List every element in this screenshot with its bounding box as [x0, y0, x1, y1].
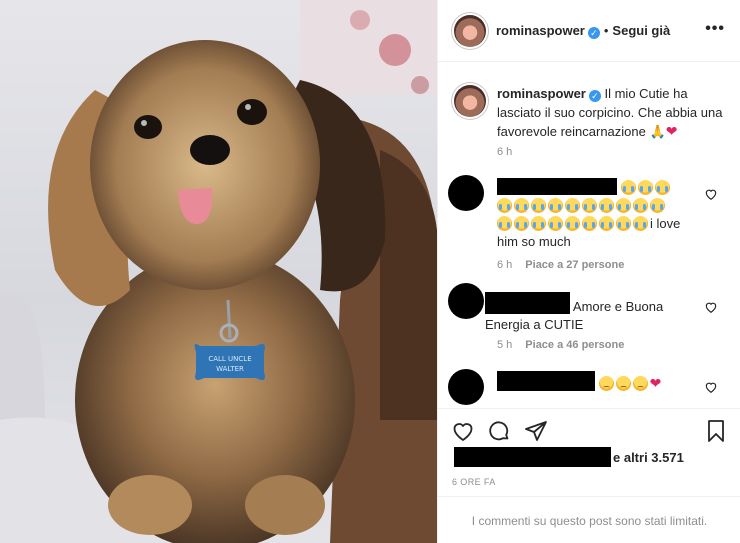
share-icon[interactable] — [524, 419, 548, 443]
comment-avatar[interactable] — [448, 283, 484, 319]
comment-icon[interactable] — [487, 419, 511, 443]
pray-emoji: 🙏 — [649, 124, 666, 139]
sad-emoji — [615, 376, 631, 391]
red-heart-emoji: ❤ — [649, 375, 662, 391]
crying-emoji — [531, 198, 546, 213]
crying-emoji — [514, 198, 529, 213]
crying-emoji — [616, 198, 631, 213]
post-side-panel: rominaspower ✓ • Segui già ••• rominaspower… — [437, 0, 740, 543]
crying-emoji — [599, 198, 614, 213]
crying-emoji — [599, 216, 614, 231]
crying-emoji — [548, 198, 563, 213]
bookmark-icon[interactable] — [704, 419, 728, 443]
follow-button[interactable]: Segui già — [612, 23, 670, 38]
comment-text: Amore e Buona Energia a CUTIE — [485, 292, 700, 334]
comment-meta: 6 h Piace a 27 persone — [497, 259, 624, 271]
caption-avatar[interactable] — [454, 85, 486, 117]
sad-emoji — [598, 376, 614, 391]
crying-emoji — [620, 180, 636, 195]
comment-time: 6 h — [497, 259, 513, 271]
caption-text: rominaspower ✓ Il mio Cutie ha lasciato i… — [497, 84, 725, 141]
post-header: rominaspower ✓ • Segui già ••• — [438, 0, 740, 62]
comment-like-heart-icon[interactable] — [704, 300, 718, 314]
verified-icon: ✓ — [588, 90, 601, 102]
likes-count-text: e altri 3.571 — [613, 450, 684, 465]
comment-like-heart-icon[interactable] — [704, 187, 718, 201]
svg-text:WALTER: WALTER — [216, 365, 244, 373]
comments-limited-notice: I commenti su questo post sono stati lim… — [438, 496, 740, 543]
author-username[interactable]: rominaspower — [496, 23, 585, 38]
redacted-username — [497, 371, 595, 391]
redacted-username — [497, 178, 617, 195]
header-line: rominaspower ✓ • Segui già — [496, 23, 670, 39]
redacted-liker — [454, 447, 611, 467]
crying-emoji — [633, 198, 648, 213]
crying-emoji — [582, 198, 597, 213]
crying-emoji — [548, 216, 563, 231]
svg-text:CALL UNCLE: CALL UNCLE — [208, 355, 251, 363]
crying-emoji — [654, 180, 670, 195]
redacted-username — [485, 292, 570, 314]
header-separator: • — [603, 23, 609, 38]
crying-emoji — [531, 216, 546, 231]
crying-emoji — [633, 216, 648, 231]
action-bar — [438, 408, 740, 452]
crying-emoji — [565, 216, 580, 231]
crying-emoji — [616, 216, 631, 231]
crying-emoji — [497, 216, 512, 231]
comment-meta: 5 h Piace a 46 persone — [497, 339, 624, 351]
comment-likes[interactable]: Piace a 46 persone — [525, 339, 624, 351]
dog-photo: CALL UNCLE WALTER — [0, 0, 437, 543]
red-heart-emoji: ❤ — [665, 123, 678, 139]
author-avatar[interactable] — [454, 15, 486, 47]
comment-text: ❤ — [497, 371, 702, 393]
comment-like-heart-icon[interactable] — [704, 380, 718, 394]
crying-emoji — [637, 180, 653, 195]
crying-emoji — [565, 198, 580, 213]
post-photo[interactable]: CALL UNCLE WALTER — [0, 0, 437, 543]
comment-time: 5 h — [497, 339, 513, 351]
likes-summary[interactable]: e altri 3.571 — [454, 447, 684, 467]
crying-emoji — [514, 216, 529, 231]
caption-username[interactable]: rominaspower — [497, 86, 586, 101]
comment-avatar[interactable] — [448, 175, 484, 211]
comment-avatar[interactable] — [448, 369, 484, 405]
verified-icon: ✓ — [587, 27, 600, 39]
post-time[interactable]: 6 ORE FA — [452, 477, 496, 487]
comment-likes[interactable]: Piace a 27 persone — [525, 259, 624, 271]
comment-text: i love him so much — [497, 178, 702, 251]
crying-emoji — [650, 198, 665, 213]
caption-time: 6 h — [497, 146, 513, 158]
more-icon[interactable]: ••• — [705, 20, 725, 38]
heart-icon[interactable] — [451, 419, 475, 443]
sad-emoji — [632, 376, 648, 391]
crying-emoji — [582, 216, 597, 231]
crying-emoji — [497, 198, 512, 213]
